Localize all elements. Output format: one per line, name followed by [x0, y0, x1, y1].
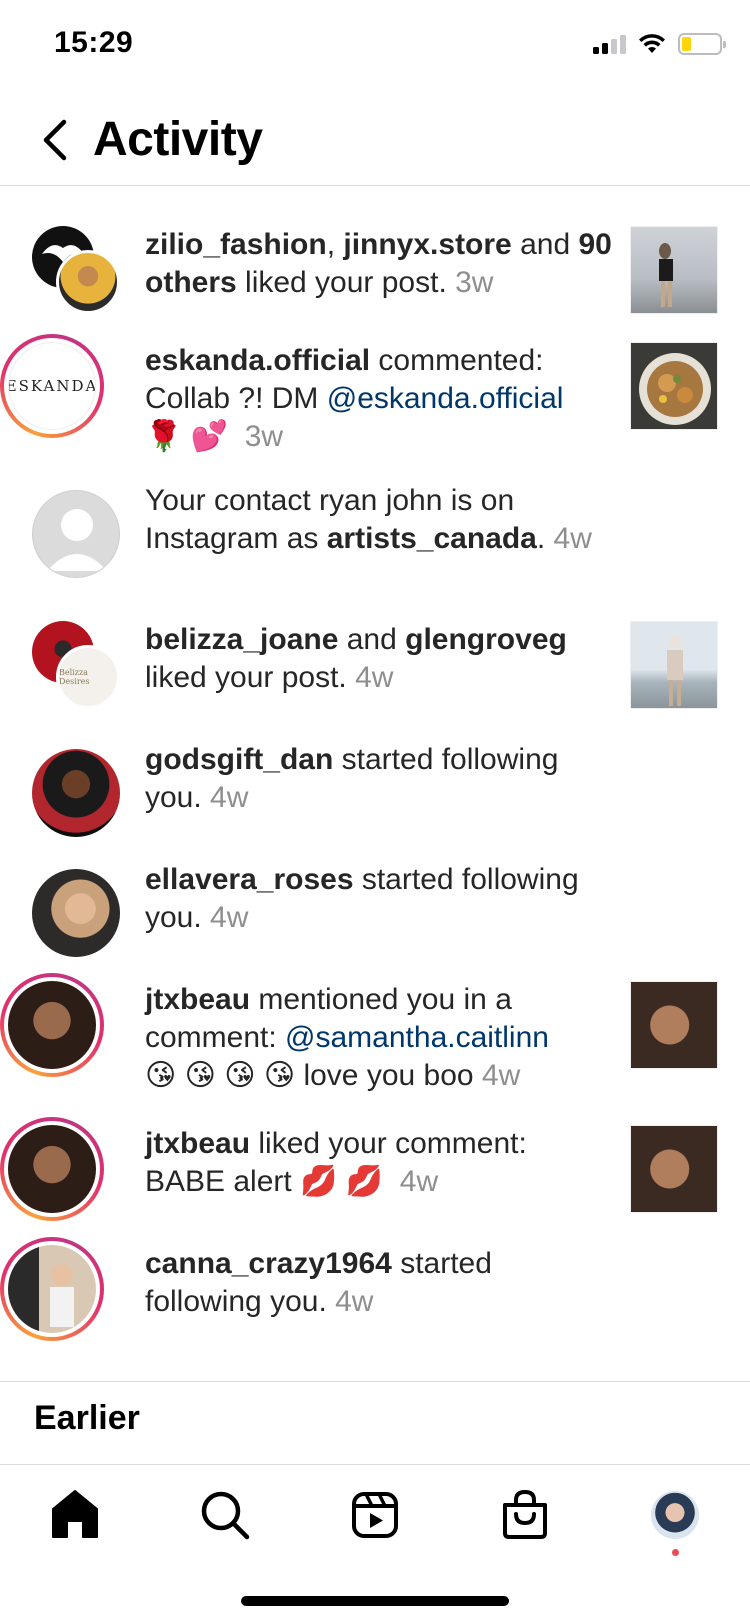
timestamp: 4w	[355, 661, 394, 694]
page-title: Activity	[93, 113, 263, 166]
home-indicator[interactable]	[241, 1596, 509, 1606]
activity-text: godsgift_dan started following you. 4w	[145, 743, 559, 814]
notification-dot	[672, 1549, 679, 1556]
chevron-left-icon	[43, 119, 67, 161]
emoji: 🌹 💕	[145, 420, 229, 453]
story-avatar[interactable]: ESKANDA	[0, 334, 104, 438]
activity-text: jtxbeau mentioned you in a comment: @sam…	[145, 983, 549, 1092]
activity-text: belizza_joane and glengroveg liked your …	[145, 623, 567, 694]
avatar: Belizza Desires	[56, 645, 120, 709]
tab-bar	[0, 1464, 750, 1564]
signal-icon	[593, 34, 626, 54]
tab-profile-avatar[interactable]	[651, 1491, 699, 1539]
username[interactable]: ellavera_roses	[145, 863, 354, 896]
search-icon	[201, 1491, 250, 1540]
tab-reels[interactable]	[345, 1485, 405, 1545]
shop-icon	[503, 1489, 547, 1539]
timestamp: 4w	[553, 522, 592, 555]
timestamp: 3w	[244, 420, 284, 453]
avatar-stack[interactable]: Belizza Desires	[24, 621, 128, 725]
activity-text: ellavera_roses started following you. 4w	[145, 863, 579, 934]
wifi-icon	[639, 34, 665, 53]
avatar: ESKANDA	[8, 342, 96, 430]
tab-shop[interactable]	[495, 1485, 555, 1545]
post-thumbnail[interactable]	[630, 342, 718, 430]
activity-text: eskanda.official commented: Collab ?! DM…	[145, 344, 564, 453]
status-time: 15:29	[54, 26, 134, 59]
avatar	[32, 869, 120, 957]
username[interactable]: canna_crazy1964	[145, 1247, 392, 1280]
story-avatar[interactable]	[0, 973, 104, 1077]
activity-text: zilio_fashion, jinnyx.store and 90 other…	[145, 228, 612, 299]
avatar-wrap[interactable]	[24, 482, 128, 586]
post-thumbnail[interactable]	[630, 226, 718, 314]
username[interactable]: zilio_fashion	[145, 228, 327, 261]
reels-icon	[352, 1492, 398, 1538]
avatar	[8, 1125, 96, 1213]
post-thumbnail[interactable]	[630, 1125, 718, 1213]
section-header-earlier: Earlier	[34, 1399, 140, 1437]
avatar	[8, 981, 96, 1069]
username[interactable]: eskanda.official	[145, 344, 370, 377]
mention-link[interactable]: @samantha.caitlinn	[285, 1021, 549, 1054]
activity-text: jtxbeau liked your comment: BABE alert 💋…	[145, 1127, 527, 1198]
avatar	[8, 1245, 96, 1333]
username[interactable]: jtxbeau	[145, 1127, 250, 1160]
tab-search[interactable]	[195, 1485, 255, 1545]
avatar	[56, 250, 120, 314]
activity-text: canna_crazy1964 started following you. 4…	[145, 1247, 492, 1318]
mention-link[interactable]: @eskanda.official	[327, 382, 564, 415]
avatar-logo-text: ESKANDA	[8, 377, 96, 395]
status-bar: 15:29	[0, 0, 750, 90]
avatar-stack[interactable]	[24, 226, 128, 330]
home-icon	[52, 1490, 98, 1538]
battery-icon	[678, 33, 726, 55]
activity-text: Your contact ryan john is on Instagram a…	[145, 484, 592, 555]
header: Activity	[0, 90, 750, 186]
back-button[interactable]	[36, 116, 76, 164]
emoji: 💋 💋	[300, 1165, 384, 1198]
timestamp: 4w	[210, 781, 249, 814]
avatar-logo-text: Belizza Desires	[59, 668, 90, 686]
story-avatar[interactable]	[0, 1237, 104, 1341]
username[interactable]: belizza_joane	[145, 623, 338, 656]
default-avatar	[32, 490, 120, 578]
post-thumbnail[interactable]	[630, 621, 718, 709]
avatar-wrap[interactable]	[24, 741, 128, 845]
timestamp: 4w	[335, 1285, 374, 1318]
tab-home[interactable]	[45, 1485, 105, 1545]
timestamp: 4w	[399, 1165, 439, 1198]
timestamp: 4w	[481, 1059, 521, 1092]
section-divider	[0, 1381, 750, 1382]
post-thumbnail[interactable]	[630, 981, 718, 1069]
username[interactable]: jtxbeau	[145, 983, 250, 1016]
username[interactable]: jinnyx.store	[343, 228, 511, 261]
timestamp: 4w	[210, 901, 249, 934]
emoji: 😘 😘 😘 😘	[145, 1059, 296, 1092]
story-avatar[interactable]	[0, 1117, 104, 1221]
avatar-wrap[interactable]	[24, 861, 128, 965]
username[interactable]: glengroveg	[405, 623, 567, 656]
avatar	[32, 749, 120, 837]
timestamp: 3w	[455, 266, 494, 299]
status-icons	[593, 32, 726, 56]
username[interactable]: godsgift_dan	[145, 743, 333, 776]
username[interactable]: artists_canada	[327, 522, 537, 555]
